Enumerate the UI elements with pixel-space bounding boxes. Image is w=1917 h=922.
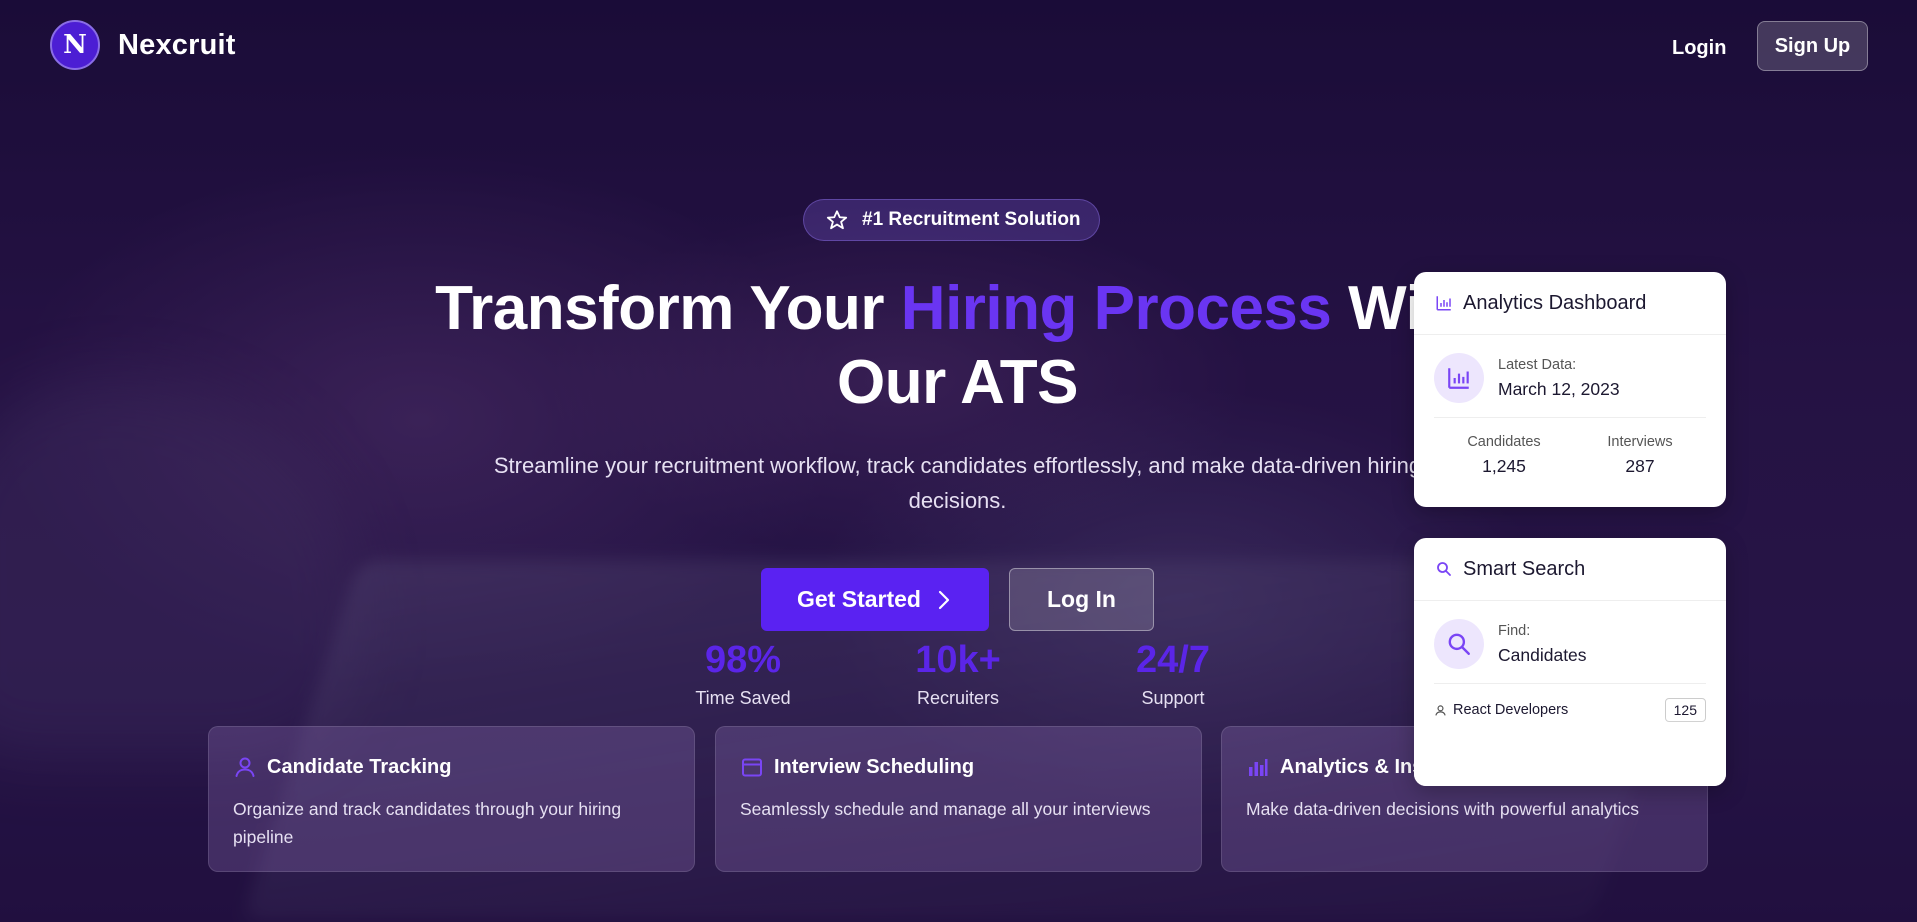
stat-value: 98% [704, 639, 782, 681]
candidates-metric: Candidates 1,245 [1467, 434, 1540, 477]
logo-mark-icon: N [50, 20, 100, 70]
find-value: Candidates [1498, 644, 1587, 665]
feature-title: Interview Scheduling [774, 755, 975, 778]
find-label: Find: [1498, 622, 1531, 639]
get-started-button[interactable]: Get Started [761, 568, 989, 631]
card-title: Smart Search [1463, 557, 1586, 580]
interviews-label: Interviews [1607, 434, 1673, 450]
latest-data-value: March 12, 2023 [1498, 378, 1620, 399]
search-icon [1448, 633, 1470, 655]
candidates-value: 1,245 [1482, 456, 1526, 476]
interviews-metric: Interviews 287 [1607, 434, 1672, 477]
stat-value: 10k+ [915, 639, 1001, 681]
feature-card-candidate-tracking[interactable]: Candidate Tracking Organize and track ca… [208, 726, 695, 872]
analytics-icon-circle [1434, 353, 1484, 403]
card-fade [1414, 716, 1726, 786]
stat-label: Recruiters [916, 688, 1000, 708]
nav-login-button[interactable]: Login [1666, 36, 1732, 61]
feature-description: Make data-driven decisions with powerful… [1246, 799, 1639, 819]
bar-chart-icon [1436, 296, 1451, 311]
get-started-label: Get Started [797, 586, 921, 612]
user-icon [235, 757, 255, 777]
feature-description: Organize and track candidates through yo… [233, 799, 622, 847]
chart-icon [1249, 759, 1268, 776]
star-icon [826, 210, 848, 230]
headline-text-1: Transform Your [435, 274, 901, 343]
latest-data-label: Latest Data: [1498, 356, 1577, 373]
stat-support: 24/7 Support [1073, 636, 1273, 709]
candidates-label: Candidates [1467, 434, 1541, 450]
smart-search-card: Smart Search Find: Candidates React Deve… [1414, 538, 1726, 786]
feature-card-interview-scheduling[interactable]: Interview Scheduling Seamlessly schedule… [715, 726, 1202, 872]
feature-description: Seamlessly schedule and manage all your … [740, 799, 1151, 819]
feature-title: Candidate Tracking [267, 755, 452, 778]
interviews-value: 287 [1625, 456, 1655, 476]
hero-subtitle: Streamline your recruitment workflow, tr… [493, 453, 1422, 513]
analytics-dashboard-card: Analytics Dashboard Latest Data: March 1… [1414, 272, 1726, 507]
brand-logo[interactable]: N Nexcruit [50, 20, 236, 70]
badge-label: #1 Recruitment Solution [862, 209, 1081, 230]
headline-line-2: Our ATS [836, 348, 1079, 417]
card-title: Analytics Dashboard [1463, 291, 1647, 314]
brand-name: Nexcruit [118, 28, 236, 61]
chevron-right-icon [938, 590, 950, 609]
stat-recruiters: 10k+ Recruiters [858, 636, 1058, 709]
stat-label: Support [1141, 688, 1205, 708]
hero-headline: Transform Your Hiring Process With Our A… [420, 272, 1495, 420]
headline-highlight: Hiring Process [900, 274, 1332, 343]
search-icon [1437, 562, 1451, 576]
stat-value: 24/7 [1136, 639, 1210, 681]
calendar-icon [742, 758, 762, 777]
user-icon [1435, 704, 1446, 716]
hero-badge: #1 Recruitment Solution [803, 199, 1100, 241]
log-in-button[interactable]: Log In [1009, 568, 1154, 631]
stat-label: Time Saved [695, 688, 791, 708]
nav-signup-button[interactable]: Sign Up [1757, 21, 1868, 71]
bar-chart-icon [1448, 368, 1469, 389]
stat-time-saved: 98% Time Saved [643, 636, 843, 709]
search-icon-circle [1434, 619, 1484, 669]
